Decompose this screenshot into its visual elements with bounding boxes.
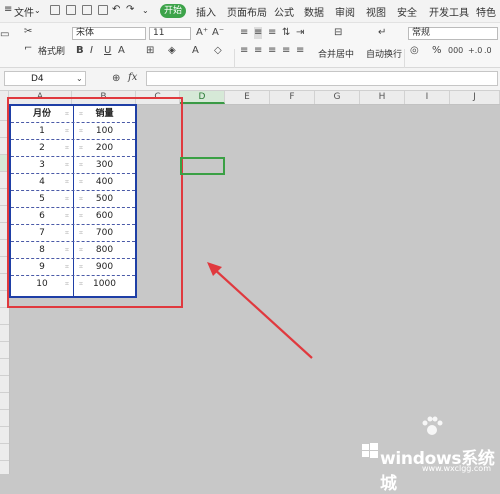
highlight-box bbox=[7, 97, 183, 308]
chevron-down-icon[interactable]: ⌄ bbox=[34, 6, 41, 15]
font-shrink-icon[interactable]: A⁻ bbox=[212, 27, 224, 39]
border-icon[interactable]: ⊞ bbox=[146, 45, 154, 57]
clear-format-icon[interactable]: ◇ bbox=[214, 45, 222, 57]
number-format-select[interactable]: 常规 bbox=[408, 27, 498, 40]
active-cell-d4[interactable] bbox=[180, 157, 225, 175]
tab-developer[interactable]: 开发工具 bbox=[429, 4, 469, 19]
row-header-cell[interactable] bbox=[0, 461, 9, 474]
italic-icon[interactable]: I bbox=[90, 45, 93, 57]
align-middle-icon[interactable]: ≡ bbox=[254, 27, 263, 39]
distributed-icon[interactable]: ≡ bbox=[296, 45, 304, 57]
formula-input[interactable] bbox=[146, 71, 498, 86]
row-header-cell[interactable] bbox=[0, 308, 9, 325]
merge-center-icon[interactable]: ⊟ bbox=[334, 27, 342, 39]
ribbon: ▭ ✂ ⌐ 格式刷 宋体 11 A⁺ A⁻ B I U A ⊞ ◈ A ◇ ≡ … bbox=[0, 23, 500, 85]
name-box[interactable]: D4 bbox=[4, 71, 86, 86]
menu-bar: ≡ 文件 ⌄ ↶ ↷ ⌄ 开始 插入 页面布局 公式 数据 审阅 视图 安全 开… bbox=[0, 0, 500, 23]
strikethrough-icon[interactable]: A bbox=[118, 45, 125, 57]
wrap-text-icon[interactable]: ↵ bbox=[378, 27, 386, 39]
font-name-select[interactable]: 宋体 bbox=[72, 27, 146, 40]
font-size-select[interactable]: 11 bbox=[149, 27, 191, 40]
paw-icon bbox=[422, 416, 443, 435]
tab-insert[interactable]: 插入 bbox=[196, 4, 216, 19]
justify-icon[interactable]: ≡ bbox=[282, 45, 290, 57]
hamburger-icon[interactable]: ≡ bbox=[4, 4, 12, 15]
tab-page-layout[interactable]: 页面布局 bbox=[227, 4, 267, 19]
menu-file[interactable]: 文件 bbox=[14, 4, 34, 19]
align-bottom-icon[interactable]: ≡ bbox=[268, 27, 276, 39]
align-center-icon[interactable]: ≡ bbox=[254, 45, 262, 57]
column-header-e[interactable]: E bbox=[225, 91, 270, 104]
chevron-down-icon[interactable]: ⌄ bbox=[142, 6, 149, 15]
arrow-head bbox=[207, 262, 222, 276]
currency-icon[interactable]: ◎ bbox=[410, 45, 419, 57]
tab-formulas[interactable]: 公式 bbox=[274, 4, 294, 19]
row-header-cell[interactable] bbox=[0, 342, 9, 359]
row-header-cell[interactable] bbox=[0, 410, 9, 427]
indent-icon[interactable]: ⇥ bbox=[296, 27, 304, 39]
thousands-icon[interactable]: 000 bbox=[448, 45, 463, 57]
bold-icon[interactable]: B bbox=[76, 45, 84, 57]
preview-icon[interactable] bbox=[98, 5, 108, 15]
column-header-h[interactable]: H bbox=[360, 91, 405, 104]
cut-icon[interactable]: ✂ bbox=[24, 26, 32, 38]
orientation-icon[interactable]: ⇅ bbox=[282, 27, 290, 39]
font-color-icon[interactable]: A bbox=[192, 45, 199, 57]
windows-logo-icon bbox=[362, 443, 378, 458]
redo-icon[interactable]: ↷ bbox=[126, 4, 134, 15]
row-header-cell[interactable] bbox=[0, 427, 9, 444]
paste-icon[interactable]: ▭ bbox=[0, 29, 9, 41]
tab-special[interactable]: 特色 bbox=[476, 4, 496, 19]
increase-decimal-icon[interactable]: +.0 bbox=[468, 45, 482, 57]
column-header-i[interactable]: I bbox=[405, 91, 450, 104]
fill-color-icon[interactable]: ◈ bbox=[168, 45, 176, 57]
font-grow-icon[interactable]: A⁺ bbox=[196, 27, 208, 39]
column-header-g[interactable]: G bbox=[315, 91, 360, 104]
fx-icon[interactable]: fx bbox=[128, 72, 137, 84]
zoom-icon[interactable]: ⊕ bbox=[112, 73, 120, 85]
tab-data[interactable]: 数据 bbox=[304, 4, 324, 19]
decrease-decimal-icon[interactable]: .0 bbox=[484, 45, 492, 57]
wrap-text-label[interactable]: 自动换行 bbox=[366, 47, 402, 60]
format-painter-label[interactable]: 格式刷 bbox=[38, 44, 65, 57]
align-right-icon[interactable]: ≡ bbox=[268, 45, 276, 57]
watermark-url: www.wxclgg.com bbox=[422, 464, 491, 473]
align-top-icon[interactable]: ≡ bbox=[240, 27, 248, 39]
row-header-cell[interactable] bbox=[0, 376, 9, 393]
tab-review[interactable]: 审阅 bbox=[335, 4, 355, 19]
export-icon[interactable] bbox=[66, 5, 76, 15]
row-header-cell[interactable] bbox=[0, 444, 9, 461]
tab-start[interactable]: 开始 bbox=[160, 4, 186, 18]
column-header-d[interactable]: D bbox=[180, 91, 225, 104]
formula-bar: D4 ⌄ ⊕ fx bbox=[0, 68, 500, 91]
row-header-cell[interactable] bbox=[0, 325, 9, 342]
row-header-cell[interactable] bbox=[0, 359, 9, 376]
row-header-cell[interactable] bbox=[0, 393, 9, 410]
format-painter-icon[interactable]: ⌐ bbox=[24, 43, 32, 55]
undo-icon[interactable]: ↶ bbox=[112, 4, 120, 15]
watermark: windows系统城 www.wxclgg.com bbox=[360, 415, 500, 494]
merge-center-label[interactable]: 合并居中 bbox=[318, 47, 354, 60]
align-left-icon[interactable]: ≡ bbox=[240, 45, 248, 57]
chevron-down-icon[interactable]: ⌄ bbox=[76, 73, 83, 85]
arrow-shaft bbox=[212, 267, 313, 359]
column-header-j[interactable]: J bbox=[450, 91, 500, 104]
tab-view[interactable]: 视图 bbox=[366, 4, 386, 19]
underline-icon[interactable]: U bbox=[104, 45, 111, 57]
percent-icon[interactable]: % bbox=[432, 45, 442, 57]
print-icon[interactable] bbox=[82, 5, 92, 15]
column-header-f[interactable]: F bbox=[270, 91, 315, 104]
tab-security[interactable]: 安全 bbox=[397, 4, 417, 19]
save-icon[interactable] bbox=[50, 5, 60, 15]
